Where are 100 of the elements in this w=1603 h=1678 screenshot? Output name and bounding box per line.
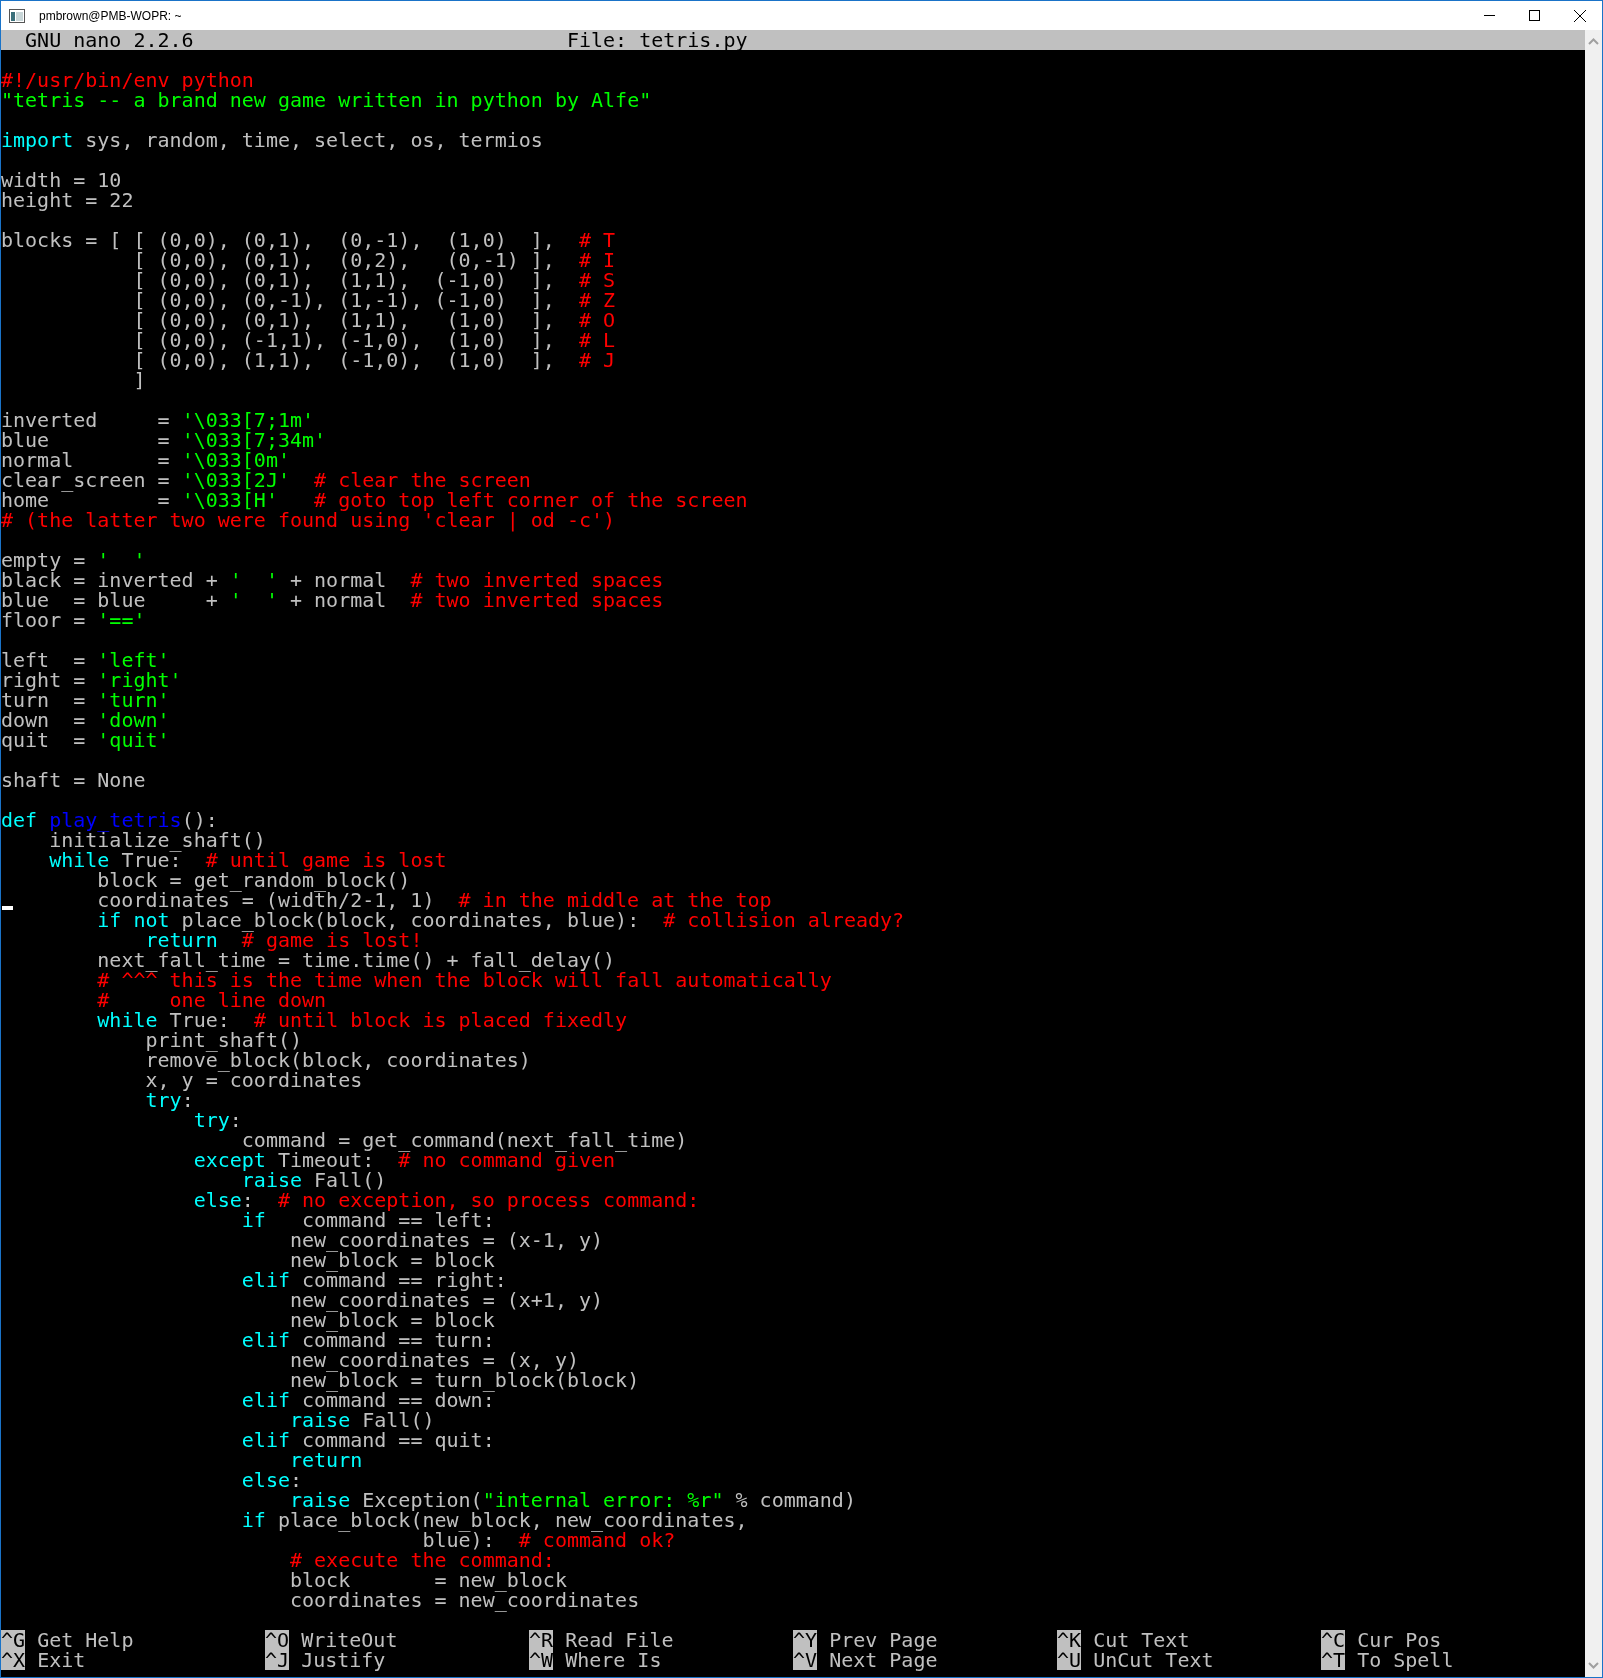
shortcut-key: ^V (793, 1650, 818, 1670)
code-line: new_coordinates = (x, y) (289, 1350, 579, 1370)
shortcut-item[interactable]: ^V Next Page (793, 1650, 938, 1670)
shortcut-key: ^C (1321, 1630, 1346, 1650)
shortcut-item[interactable]: ^G Get Help (1, 1630, 134, 1650)
code-line: command = get_command(next_fall_time) (240, 1130, 688, 1150)
code-line: elif command == turn: (240, 1330, 495, 1350)
code-line: import sys, random, time, select, os, termios (1, 130, 543, 150)
code-line: if place_block(new_block, new_coordinates, (240, 1510, 748, 1530)
code-line: [ (0,0), (0,1), (1,1), (1,0) ], # O (132, 310, 616, 330)
shortcut-key: ^U (1057, 1650, 1082, 1670)
code-line: empty = ' ' (1, 550, 146, 570)
code-line: raise Fall() (289, 1410, 435, 1430)
shortcut-item[interactable]: ^U UnCut Text (1057, 1650, 1214, 1670)
code-line: [ (0,0), (1,1), (-1,0), (1,0) ], # J (132, 350, 616, 370)
code-line: clear_screen = '\033[2J' # clear the screen (1, 470, 531, 490)
shortcut-label: Next Page (829, 1650, 938, 1670)
code-line: x, y = coordinates (144, 1070, 363, 1090)
shortcut-item[interactable]: ^J Justify (265, 1650, 386, 1670)
code-line: while True: # until block is placed fixedly (96, 1010, 628, 1030)
code-line: raise Fall() (241, 1170, 387, 1190)
code-line: [ (0,0), (0,-1), (1,-1), (-1,0) ], # Z (132, 290, 616, 310)
code-line: elif command == down: (240, 1390, 495, 1410)
shortcut-item[interactable]: ^W Where Is (529, 1650, 662, 1670)
console-icon (9, 8, 25, 23)
shortcut-item[interactable]: ^T To Spell (1321, 1650, 1454, 1670)
code-line: down = 'down' (1, 710, 170, 730)
shortcut-label: Justify (301, 1650, 386, 1670)
shortcut-key: ^X (1, 1650, 26, 1670)
code-line: [ (0,0), (0,1), (1,1), (-1,0) ], # S (132, 270, 616, 290)
code-line: elif command == right: (240, 1270, 507, 1290)
code-line: # execute the command: (289, 1550, 555, 1570)
code-line: ] (132, 370, 146, 390)
shortcut-item[interactable]: ^Y Prev Page (793, 1630, 938, 1650)
code-line: if command == left: (240, 1210, 495, 1230)
code-line: left = 'left' (1, 650, 170, 670)
code-line: coordinates = new_coordinates (289, 1590, 640, 1610)
shortcut-label: Exit (37, 1650, 86, 1670)
code-line: #!/usr/bin/env python (1, 70, 254, 90)
shortcut-item[interactable]: ^R Read File (529, 1630, 674, 1650)
code-line: home = '\033[H' # goto top left corner of the screen (1, 490, 748, 510)
shortcut-item[interactable]: ^X Exit (1, 1650, 86, 1670)
code-line: try: (144, 1090, 194, 1110)
code-line: new_coordinates = (x-1, y) (289, 1230, 604, 1250)
close-icon (1573, 9, 1586, 22)
shortcut-item[interactable]: ^C Cur Pos (1321, 1630, 1442, 1650)
shortcut-label: To Spell (1357, 1650, 1454, 1670)
shortcut-key: ^R (529, 1630, 554, 1650)
shortcut-key: ^T (1321, 1650, 1346, 1670)
code-line: [ (0,0), (0,1), (0,2), (0,-1) ], # I (132, 250, 616, 270)
maximize-icon (1529, 10, 1540, 21)
code-line: print_shaft() (144, 1030, 303, 1050)
code-line: turn = 'turn' (1, 690, 170, 710)
code-line: floor = '==' (1, 610, 146, 630)
shortcut-item[interactable]: ^O WriteOut (265, 1630, 398, 1650)
code-line: normal = '\033[0m' (1, 450, 290, 470)
shortcut-label: UnCut Text (1093, 1650, 1214, 1670)
code-line: try: (192, 1110, 242, 1130)
code-line: next_fall_time = time.time() + fall_delay() (96, 950, 616, 970)
code-line: # (the latter two were found using 'clear | od -c') (1, 510, 616, 530)
code-line: width = 10 (1, 170, 122, 190)
file-name: File: tetris.py (566, 30, 748, 50)
code-line: if not place_block(block, coordinates, blue): # collision already? (96, 910, 905, 930)
shortcut-key: ^Y (793, 1630, 818, 1650)
code-line: right = 'right' (1, 670, 182, 690)
shortcut-item[interactable]: ^K Cut Text (1057, 1630, 1190, 1650)
code-line: raise Exception("internal error: %r" % command) (289, 1490, 856, 1510)
code-line: shaft = None (1, 770, 146, 790)
window-title: pmbrown@PMB-WOPR: ~ (39, 8, 182, 23)
code-line: return (289, 1450, 363, 1470)
code-line: else: # no exception, so process command: (192, 1190, 700, 1210)
code-line: block = get_random_block() (96, 870, 411, 890)
code-line: new_block = block (289, 1310, 495, 1330)
code-line: blocks = [ [ (0,0), (0,1), (0,-1), (1,0) ], # T (1, 230, 616, 250)
code-line: new_block = block (289, 1250, 495, 1270)
scrollbar[interactable] (1585, 30, 1602, 1677)
shortcut-label: Where Is (565, 1650, 662, 1670)
code-line: new_coordinates = (x+1, y) (289, 1290, 604, 1310)
code-line: quit = 'quit' (1, 730, 170, 750)
code-line: block = new_block (289, 1570, 567, 1590)
code-line: height = 22 (1, 190, 134, 210)
shortcut-label: WriteOut (301, 1630, 398, 1650)
program-version: GNU nano 2.2.6 (25, 30, 195, 50)
scroll-down-icon[interactable] (1588, 1662, 1599, 1669)
code-line: else: (240, 1470, 303, 1490)
code-line: elif command == quit: (240, 1430, 495, 1450)
code-line: [ (0,0), (-1,1), (-1,0), (1,0) ], # L (132, 330, 616, 350)
code-line: blue = blue + ' ' + normal # two inverted spaces (1, 590, 664, 610)
code-line: # one line down (96, 990, 327, 1010)
shortcut-label: Cur Pos (1357, 1630, 1442, 1650)
shortcut-key: ^G (1, 1630, 26, 1650)
code-line: while True: # until game is lost (48, 850, 447, 870)
code-line: inverted = '\033[7;1m' (1, 410, 315, 430)
code-line: blue): # command ok? (422, 1530, 676, 1550)
code-line: def play_tetris(): (1, 810, 218, 830)
shortcut-label: Get Help (37, 1630, 134, 1650)
shortcut-key: ^J (265, 1650, 290, 1670)
shortcut-label: Cut Text (1093, 1630, 1190, 1650)
scroll-up-icon[interactable] (1588, 38, 1599, 45)
shortcut-key: ^K (1057, 1630, 1082, 1650)
